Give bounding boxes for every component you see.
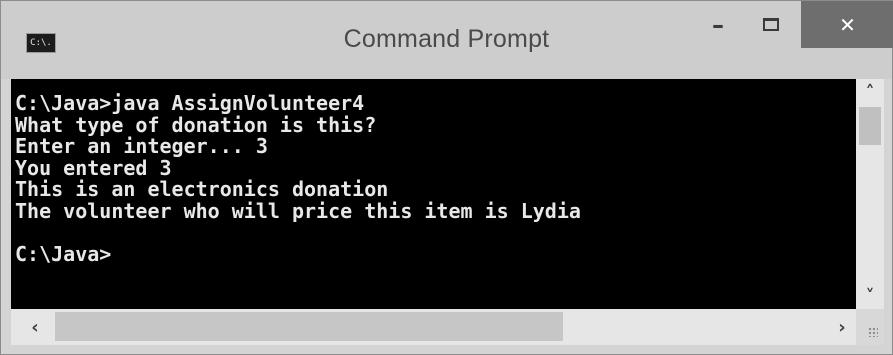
console-text: C:\Java>java AssignVolunteer4 What type … [15,91,581,267]
chevron-up-icon: ˄ [865,81,875,103]
command-prompt-window: C:\. Command Prompt – ✕ C:\Java>java Ass… [0,0,893,355]
horizontal-scroll-thumb[interactable] [55,312,563,341]
resize-grip-icon [868,327,878,337]
minimize-icon: – [712,10,724,39]
chevron-right-icon: › [838,316,846,338]
scroll-right-button[interactable]: › [828,314,856,340]
vertical-scroll-thumb[interactable] [859,107,881,145]
maximize-button[interactable] [748,1,794,48]
close-icon: ✕ [839,12,856,37]
console-output[interactable]: C:\Java>java AssignVolunteer4 What type … [11,79,856,309]
chevron-down-icon: ˅ [865,285,875,307]
scroll-down-button[interactable]: ˅ [856,283,884,309]
resize-corner[interactable] [856,309,884,345]
title-bar[interactable]: C:\. Command Prompt – ✕ [1,1,893,79]
close-button[interactable]: ✕ [801,1,893,48]
vertical-scrollbar[interactable]: ˄ ˅ [856,79,884,309]
maximize-icon [763,18,779,31]
horizontal-scrollbar[interactable]: ‹ › [11,309,856,345]
scroll-left-button[interactable]: ‹ [21,314,49,340]
scroll-up-button[interactable]: ˄ [856,79,884,105]
minimize-button[interactable]: – [695,1,741,48]
chevron-left-icon: ‹ [31,316,39,338]
